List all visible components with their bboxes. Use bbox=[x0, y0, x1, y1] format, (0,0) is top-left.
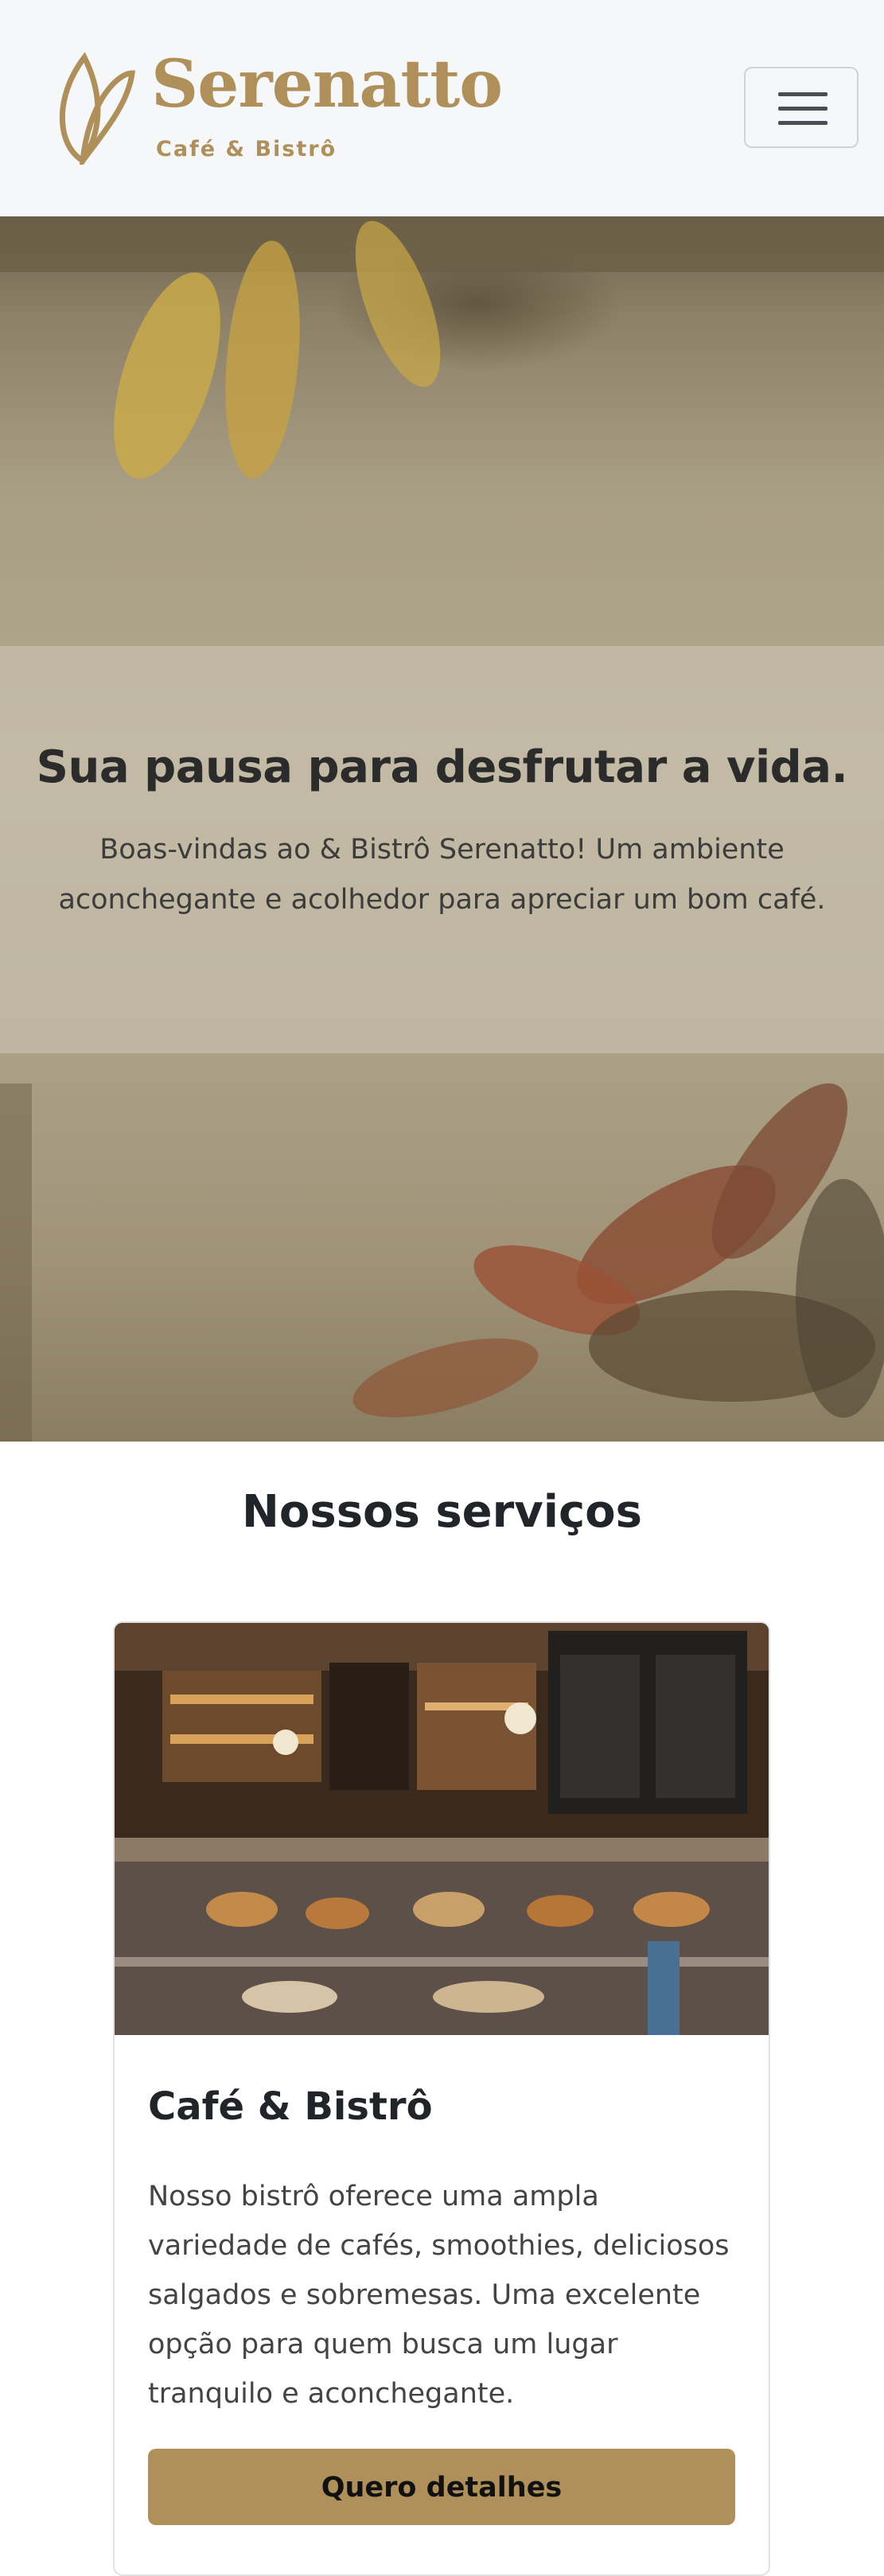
details-button[interactable]: Quero detalhes bbox=[148, 2449, 735, 2525]
brand-logo[interactable]: Serenatto Café & Bistrô bbox=[53, 46, 503, 169]
hamburger-menu-icon bbox=[778, 107, 828, 111]
coffee-bean-logo-icon bbox=[60, 52, 135, 165]
hero-description: Boas-vindas ao & Bistrô Serenatto! Um am… bbox=[58, 834, 826, 916]
services-title: Nossos serviços bbox=[242, 1486, 642, 1538]
card-title: Café & Bistrô bbox=[148, 2084, 433, 2129]
menu-toggle-button[interactable] bbox=[744, 67, 859, 148]
hero-title: Sua pausa para desfrutar a vida. bbox=[36, 741, 848, 793]
logo-subtitle: Café & Bistrô bbox=[156, 137, 337, 161]
hamburger-menu-icon bbox=[778, 92, 828, 96]
hero-banner: Sua pausa para desfrutar a vida. Boas-vi… bbox=[0, 216, 884, 1442]
service-card-cafe-bistro: Café & Bistrô Nosso bistrô oferece uma a… bbox=[113, 1621, 770, 2576]
cafe-counter-image bbox=[115, 1623, 769, 2035]
site-header: Serenatto Café & Bistrô bbox=[0, 0, 884, 216]
hamburger-menu-icon bbox=[778, 121, 828, 125]
logo-title: Serenatto bbox=[151, 46, 503, 123]
card-description: Nosso bistrô oferece uma ampla variedade… bbox=[148, 2181, 730, 2410]
